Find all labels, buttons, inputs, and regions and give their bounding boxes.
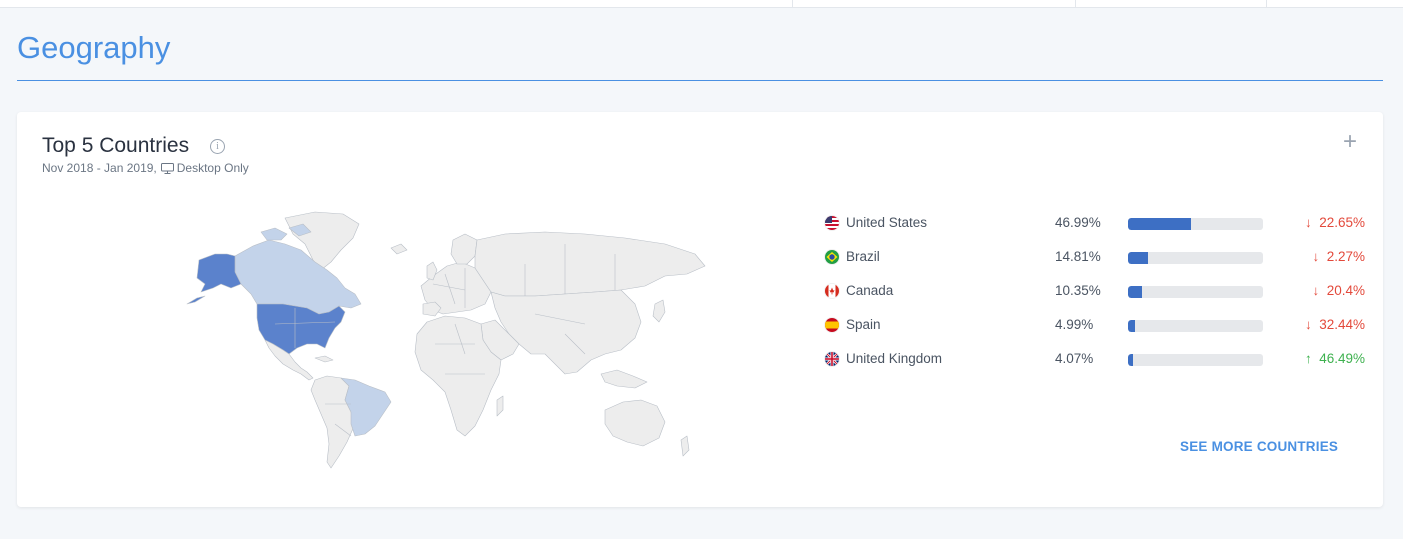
card-title: Top 5 Countries — [42, 134, 190, 157]
share-bar-fill — [1128, 218, 1192, 230]
country-row: Brazil 14.81% ↓ 2.27% — [825, 240, 1365, 274]
desktop-icon — [160, 162, 174, 174]
map-new-zealand — [680, 435, 690, 457]
share-bar-fill — [1128, 286, 1142, 298]
countries-list: United States 46.99% ↓ 22.65% Brazil 14.… — [825, 206, 1365, 376]
share-bar — [1128, 286, 1263, 298]
uk-flag-icon — [825, 352, 839, 366]
us-flag-icon — [825, 216, 839, 230]
brazil-flag-icon — [825, 250, 839, 264]
map-russia — [474, 231, 706, 297]
traffic-share: 4.07% — [1055, 351, 1094, 366]
top-navigation-bar — [0, 0, 1403, 8]
map-canada — [234, 239, 362, 315]
map-scandinavia — [450, 233, 478, 265]
country-row: Spain 4.99% ↓ 32.44% — [825, 308, 1365, 342]
share-bar — [1128, 320, 1263, 332]
share-bar — [1128, 354, 1263, 366]
country-name-link[interactable]: Spain — [846, 317, 881, 332]
traffic-share: 46.99% — [1055, 215, 1101, 230]
map-japan — [652, 299, 666, 323]
share-bar-fill — [1128, 354, 1134, 366]
date-range: Nov 2018 - Jan 2019, — [42, 161, 157, 175]
map-iceland — [390, 243, 408, 255]
map-southeast-asia — [600, 369, 648, 389]
country-name-link[interactable]: Canada — [846, 283, 893, 298]
section-title: Geography — [17, 30, 171, 65]
topbar-divider — [792, 0, 793, 7]
spain-flag-icon — [825, 318, 839, 332]
country-name-link[interactable]: United Kingdom — [846, 351, 942, 366]
share-bar-fill — [1128, 252, 1148, 264]
change-value: ↓ 20.4% — [1312, 283, 1365, 298]
map-asia — [490, 289, 642, 375]
traffic-share: 14.81% — [1055, 249, 1101, 264]
country-row: Canada 10.35% ↓ 20.4% — [825, 274, 1365, 308]
traffic-share: 4.99% — [1055, 317, 1094, 332]
info-icon[interactable]: i — [210, 139, 225, 154]
share-bar-fill — [1128, 320, 1135, 332]
section-divider — [17, 80, 1383, 81]
card-subtitle: Nov 2018 - Jan 2019, Desktop Only — [42, 161, 249, 175]
traffic-share: 10.35% — [1055, 283, 1101, 298]
share-bar — [1128, 252, 1263, 264]
arrow-down-icon: ↓ — [1312, 249, 1320, 264]
map-madagascar — [496, 395, 504, 417]
change-value: ↑ 46.49% — [1304, 351, 1365, 366]
topbar-divider — [1266, 0, 1267, 7]
change-value: ↓ 32.44% — [1304, 317, 1365, 332]
arrow-down-icon: ↓ — [1304, 317, 1312, 332]
change-value: ↓ 2.27% — [1312, 249, 1365, 264]
topbar-divider — [1075, 0, 1076, 7]
share-bar — [1128, 218, 1263, 230]
world-map — [186, 211, 706, 469]
see-more-countries-link[interactable]: SEE MORE COUNTRIES — [1180, 439, 1338, 454]
country-name-link[interactable]: United States — [846, 215, 927, 230]
country-row: United Kingdom 4.07% ↑ 46.49% — [825, 342, 1365, 376]
change-value: ↓ 22.65% — [1304, 215, 1365, 230]
arrow-down-icon: ↓ — [1304, 215, 1312, 230]
map-alaska — [186, 253, 242, 305]
country-row: United States 46.99% ↓ 22.65% — [825, 206, 1365, 240]
top-countries-card: Top 5 Countries i Nov 2018 - Jan 2019, D… — [17, 112, 1383, 507]
canada-flag-icon — [825, 284, 839, 298]
device-filter: Desktop Only — [176, 161, 249, 175]
expand-plus-icon[interactable]: + — [1343, 130, 1357, 154]
arrow-down-icon: ↓ — [1312, 283, 1320, 298]
country-name-link[interactable]: Brazil — [846, 249, 880, 264]
arrow-up-icon: ↑ — [1304, 351, 1312, 366]
map-caribbean — [314, 355, 334, 363]
map-australia — [604, 399, 666, 447]
